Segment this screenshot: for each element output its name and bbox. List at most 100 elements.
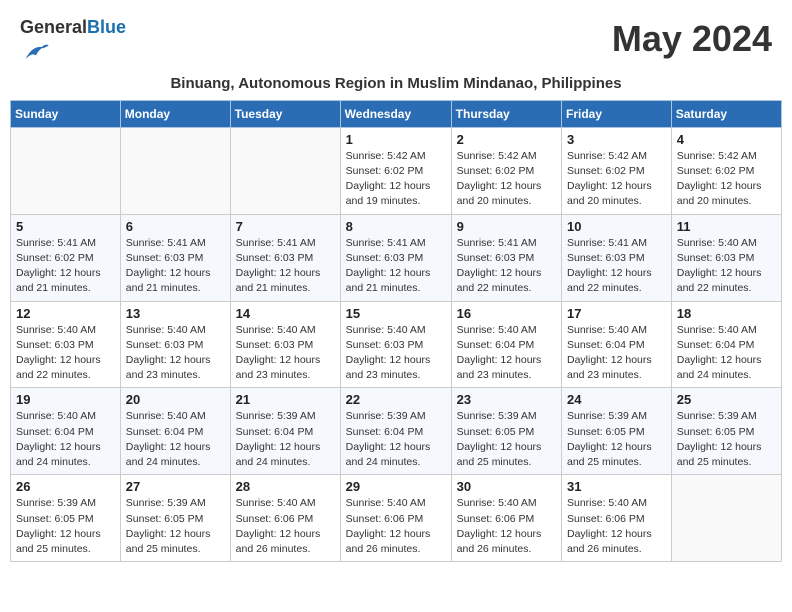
day-number: 26 (16, 479, 115, 494)
calendar-cell: 16 Sunrise: 5:40 AMSunset: 6:04 PMDayligh… (451, 301, 561, 388)
day-detail: Sunrise: 5:40 AMSunset: 6:04 PMDaylight:… (457, 323, 556, 384)
day-number: 10 (567, 219, 666, 234)
column-header-monday: Monday (120, 100, 230, 127)
day-number: 7 (236, 219, 335, 234)
calendar-cell: 9 Sunrise: 5:41 AMSunset: 6:03 PMDaylight… (451, 214, 561, 301)
day-number: 24 (567, 392, 666, 407)
calendar-cell: 31Sunrise: 5:40 AMSunset: 6:06 PMDayligh… (562, 475, 672, 562)
calendar-week-row: 12Sunrise: 5:40 AMSunset: 6:03 PMDayligh… (11, 301, 782, 388)
calendar-cell: 14 Sunrise: 5:40 AMSunset: 6:03 PMDayligh… (230, 301, 340, 388)
day-number: 3 (567, 132, 666, 147)
day-detail: Sunrise: 5:40 AMSunset: 6:04 PMDaylight:… (567, 323, 666, 384)
calendar-cell: 12Sunrise: 5:40 AMSunset: 6:03 PMDayligh… (11, 301, 121, 388)
calendar-cell: 19Sunrise: 5:40 AMSunset: 6:04 PMDayligh… (11, 388, 121, 475)
day-detail: Sunrise: 5:40 AMSunset: 6:04 PMDaylight:… (16, 409, 115, 470)
day-detail: Sunrise: 5:39 AMSunset: 6:05 PMDaylight:… (126, 496, 225, 557)
day-detail: Sunrise: 5:41 AMSunset: 6:03 PMDaylight:… (126, 236, 225, 297)
calendar-week-row: 1 Sunrise: 5:42 AMSunset: 6:02 PMDaylight… (11, 127, 782, 214)
calendar-cell: 3 Sunrise: 5:42 AMSunset: 6:02 PMDaylight… (562, 127, 672, 214)
calendar-week-row: 5 Sunrise: 5:41 AMSunset: 6:02 PMDaylight… (11, 214, 782, 301)
calendar-cell: 8 Sunrise: 5:41 AMSunset: 6:03 PMDaylight… (340, 214, 451, 301)
day-detail: Sunrise: 5:40 AMSunset: 6:06 PMDaylight:… (236, 496, 335, 557)
day-detail: Sunrise: 5:40 AMSunset: 6:03 PMDaylight:… (126, 323, 225, 384)
day-detail: Sunrise: 5:41 AMSunset: 6:02 PMDaylight:… (16, 236, 115, 297)
calendar-cell: 21Sunrise: 5:39 AMSunset: 6:04 PMDayligh… (230, 388, 340, 475)
day-number: 20 (126, 392, 225, 407)
calendar-week-row: 19Sunrise: 5:40 AMSunset: 6:04 PMDayligh… (11, 388, 782, 475)
day-detail: Sunrise: 5:39 AMSunset: 6:04 PMDaylight:… (236, 409, 335, 470)
day-detail: Sunrise: 5:42 AMSunset: 6:02 PMDaylight:… (567, 149, 666, 210)
logo-bird-icon (22, 38, 50, 66)
day-number: 9 (457, 219, 556, 234)
logo: GeneralBlue (20, 18, 126, 71)
day-detail: Sunrise: 5:39 AMSunset: 6:05 PMDaylight:… (16, 496, 115, 557)
day-detail: Sunrise: 5:39 AMSunset: 6:05 PMDaylight:… (677, 409, 776, 470)
calendar-cell: 10Sunrise: 5:41 AMSunset: 6:03 PMDayligh… (562, 214, 672, 301)
calendar-cell: 2Sunrise: 5:42 AMSunset: 6:02 PMDaylight… (451, 127, 561, 214)
calendar-cell (120, 127, 230, 214)
calendar-cell: 20 Sunrise: 5:40 AMSunset: 6:04 PMDayligh… (120, 388, 230, 475)
calendar-cell: 5 Sunrise: 5:41 AMSunset: 6:02 PMDaylight… (11, 214, 121, 301)
day-number: 22 (346, 392, 446, 407)
day-number: 1 (346, 132, 446, 147)
calendar-cell: 23Sunrise: 5:39 AMSunset: 6:05 PMDayligh… (451, 388, 561, 475)
day-number: 14 (236, 306, 335, 321)
calendar-cell: 29 Sunrise: 5:40 AMSunset: 6:06 PMDayligh… (340, 475, 451, 562)
day-number: 18 (677, 306, 776, 321)
calendar-cell: 30Sunrise: 5:40 AMSunset: 6:06 PMDayligh… (451, 475, 561, 562)
calendar-subtitle: Binuang, Autonomous Region in Muslim Min… (10, 75, 782, 100)
day-number: 17 (567, 306, 666, 321)
day-number: 15 (346, 306, 446, 321)
logo-general: General (20, 17, 87, 37)
day-detail: Sunrise: 5:40 AMSunset: 6:06 PMDaylight:… (567, 496, 666, 557)
calendar-cell: 17 Sunrise: 5:40 AMSunset: 6:04 PMDayligh… (562, 301, 672, 388)
calendar-cell: 15 Sunrise: 5:40 AMSunset: 6:03 PMDayligh… (340, 301, 451, 388)
day-number: 11 (677, 219, 776, 234)
day-detail: Sunrise: 5:40 AMSunset: 6:03 PMDaylight:… (16, 323, 115, 384)
day-number: 29 (346, 479, 446, 494)
day-detail: Sunrise: 5:40 AMSunset: 6:03 PMDaylight:… (677, 236, 776, 297)
day-number: 4 (677, 132, 776, 147)
calendar-cell: 24 Sunrise: 5:39 AMSunset: 6:05 PMDayligh… (562, 388, 672, 475)
day-detail: Sunrise: 5:39 AMSunset: 6:04 PMDaylight:… (346, 409, 446, 470)
calendar-cell: 1 Sunrise: 5:42 AMSunset: 6:02 PMDaylight… (340, 127, 451, 214)
calendar-cell (671, 475, 781, 562)
calendar-cell: 28Sunrise: 5:40 AMSunset: 6:06 PMDayligh… (230, 475, 340, 562)
column-header-saturday: Saturday (671, 100, 781, 127)
day-number: 8 (346, 219, 446, 234)
calendar-cell: 18 Sunrise: 5:40 AMSunset: 6:04 PMDayligh… (671, 301, 781, 388)
logo-blue: Blue (87, 17, 126, 37)
calendar-week-row: 26 Sunrise: 5:39 AMSunset: 6:05 PMDayligh… (11, 475, 782, 562)
calendar-cell: 7Sunrise: 5:41 AMSunset: 6:03 PMDaylight… (230, 214, 340, 301)
day-detail: Sunrise: 5:42 AMSunset: 6:02 PMDaylight:… (346, 149, 446, 210)
day-detail: Sunrise: 5:40 AMSunset: 6:06 PMDaylight:… (346, 496, 446, 557)
month-title: May 2024 (612, 18, 772, 60)
calendar-cell: 13Sunrise: 5:40 AMSunset: 6:03 PMDayligh… (120, 301, 230, 388)
day-detail: Sunrise: 5:39 AMSunset: 6:05 PMDaylight:… (567, 409, 666, 470)
day-number: 16 (457, 306, 556, 321)
page-header: GeneralBlue May 2024 (10, 10, 782, 75)
calendar-cell: 4Sunrise: 5:42 AMSunset: 6:02 PMDaylight… (671, 127, 781, 214)
calendar-cell: 6 Sunrise: 5:41 AMSunset: 6:03 PMDaylight… (120, 214, 230, 301)
day-number: 23 (457, 392, 556, 407)
day-detail: Sunrise: 5:40 AMSunset: 6:04 PMDaylight:… (677, 323, 776, 384)
calendar-cell: 22 Sunrise: 5:39 AMSunset: 6:04 PMDayligh… (340, 388, 451, 475)
day-detail: Sunrise: 5:41 AMSunset: 6:03 PMDaylight:… (457, 236, 556, 297)
day-number: 6 (126, 219, 225, 234)
calendar-cell: 11 Sunrise: 5:40 AMSunset: 6:03 PMDayligh… (671, 214, 781, 301)
column-header-tuesday: Tuesday (230, 100, 340, 127)
column-header-thursday: Thursday (451, 100, 561, 127)
day-number: 25 (677, 392, 776, 407)
day-detail: Sunrise: 5:40 AMSunset: 6:04 PMDaylight:… (126, 409, 225, 470)
day-number: 2 (457, 132, 556, 147)
day-number: 27 (126, 479, 225, 494)
day-detail: Sunrise: 5:40 AMSunset: 6:03 PMDaylight:… (346, 323, 446, 384)
calendar-cell: 26 Sunrise: 5:39 AMSunset: 6:05 PMDayligh… (11, 475, 121, 562)
calendar-cell (11, 127, 121, 214)
column-header-wednesday: Wednesday (340, 100, 451, 127)
day-detail: Sunrise: 5:40 AMSunset: 6:03 PMDaylight:… (236, 323, 335, 384)
calendar-cell: 25 Sunrise: 5:39 AMSunset: 6:05 PMDayligh… (671, 388, 781, 475)
day-number: 5 (16, 219, 115, 234)
day-detail: Sunrise: 5:40 AMSunset: 6:06 PMDaylight:… (457, 496, 556, 557)
day-detail: Sunrise: 5:41 AMSunset: 6:03 PMDaylight:… (346, 236, 446, 297)
